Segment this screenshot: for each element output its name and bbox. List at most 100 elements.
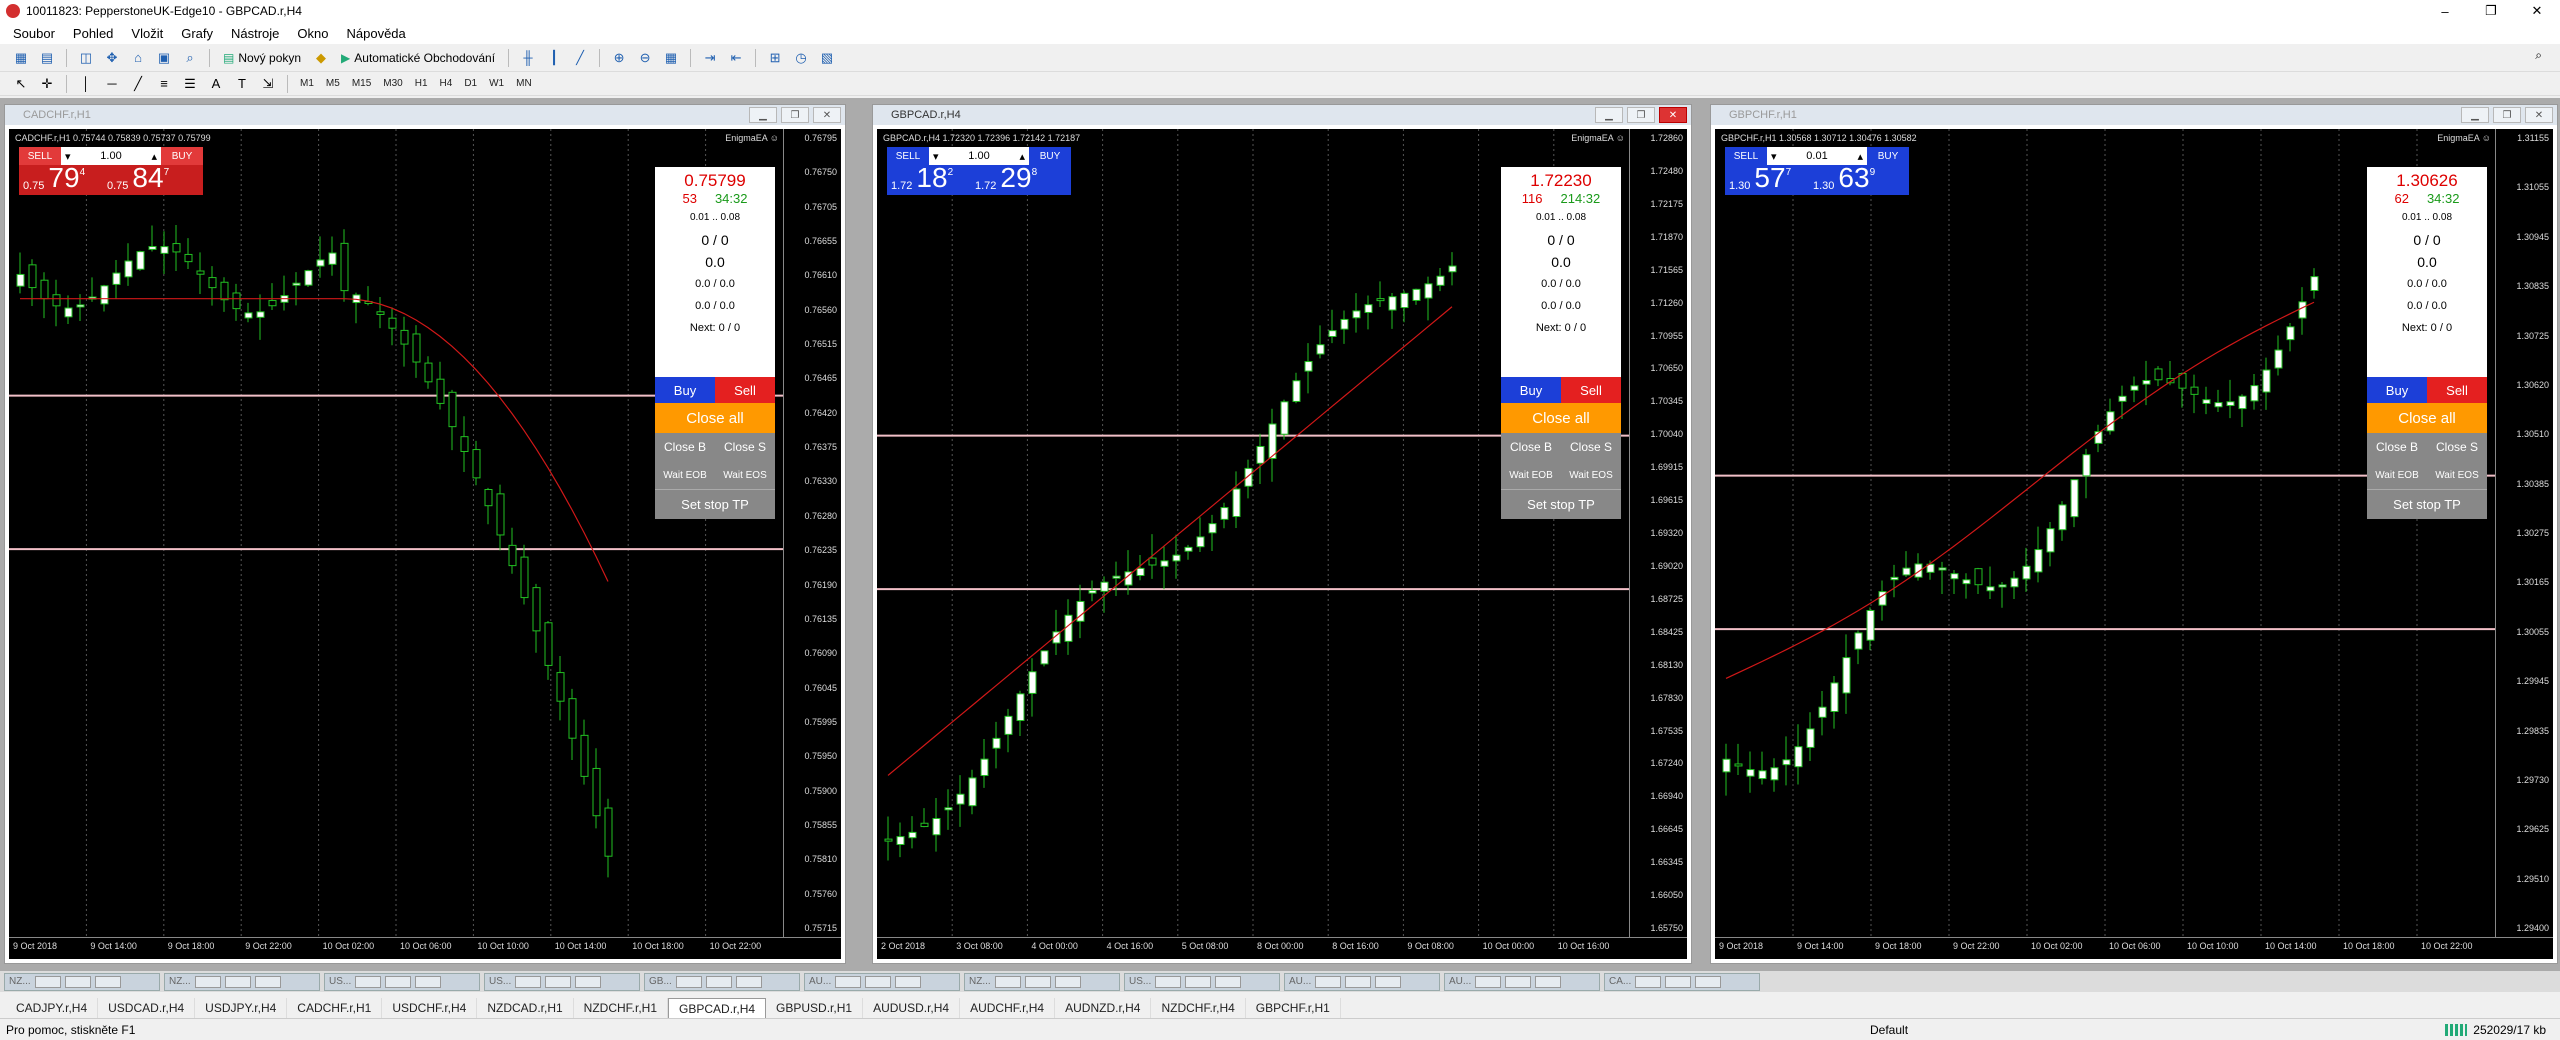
ea-close-sell-button[interactable]: Close S — [715, 433, 775, 461]
chart-close-button[interactable]: ✕ — [813, 107, 841, 123]
minimized-window-tab[interactable]: US... — [484, 972, 640, 991]
buy-price[interactable]: 1.30 63 9 — [1809, 164, 1909, 195]
chart-maximize-button[interactable]: ❐ — [1627, 107, 1655, 123]
ea-close-buy-button[interactable]: Close B — [2367, 433, 2427, 461]
restore-icon[interactable] — [194, 975, 221, 988]
ea-close-all-button[interactable]: Close all — [1501, 403, 1621, 433]
cursor-icon[interactable]: ↖ — [11, 74, 31, 94]
periods-icon[interactable]: ◷ — [791, 48, 811, 68]
chart-tab[interactable]: AUDUSD.r,H4 — [863, 998, 961, 1018]
connection-status[interactable]: 252029/17 kb — [2445, 1023, 2546, 1037]
chart-window[interactable]: GBPCAD.r,H4 ▁ ❐ ✕ GBPCAD.r,H4 1.72320 1.7239… — [872, 104, 1692, 964]
menu-help[interactable]: Nápověda — [338, 26, 415, 41]
tile-windows-icon[interactable]: ▦ — [661, 48, 681, 68]
restore-icon[interactable] — [1475, 975, 1502, 988]
autoscroll-icon[interactable]: ⇥ — [700, 48, 720, 68]
label-icon[interactable]: T — [232, 74, 252, 94]
crosshair-icon[interactable]: ✛ — [37, 74, 57, 94]
indicators-icon[interactable]: ⊞ — [765, 48, 785, 68]
chart-maximize-button[interactable]: ❐ — [2493, 107, 2521, 123]
horizontal-line-icon[interactable]: ─ — [102, 74, 122, 94]
chart-tab[interactable]: NZDCHF.r,H1 — [574, 998, 669, 1018]
time-axis[interactable]: 9 Oct 2018 9 Oct 14:00 9 Oct 18:00 9 Oct 22… — [1715, 937, 2553, 955]
maximize-icon[interactable] — [224, 975, 251, 988]
minimized-window-tab[interactable]: US... — [324, 972, 480, 991]
sell-price[interactable]: 0.75 79 4 — [19, 164, 103, 195]
chart-window-caption[interactable]: GBPCAD.r,H4 ▁ ❐ ✕ — [873, 105, 1691, 125]
lot-increase-icon[interactable]: ▴ — [1857, 150, 1863, 163]
ea-wait-eos-button[interactable]: Wait EOS — [2427, 461, 2487, 489]
candles-icon[interactable]: ┃ — [544, 48, 564, 68]
maximize-icon[interactable] — [705, 975, 732, 988]
vertical-line-icon[interactable]: │ — [76, 74, 96, 94]
zoom-out-icon[interactable]: ⊖ — [635, 48, 655, 68]
chart-tab[interactable]: CADJPY.r,H4 — [6, 998, 99, 1018]
buy-button[interactable]: BUY — [1867, 147, 1909, 165]
menu-file[interactable]: Soubor — [4, 26, 64, 41]
minimized-window-tab[interactable]: NZ... — [164, 972, 320, 991]
maximize-icon[interactable] — [1665, 975, 1692, 988]
maximize-icon[interactable] — [1505, 975, 1532, 988]
ea-wait-eob-button[interactable]: Wait EOB — [2367, 461, 2427, 489]
maximize-icon[interactable] — [1185, 975, 1212, 988]
restore-icon[interactable] — [34, 975, 61, 988]
lot-decrease-icon[interactable]: ▾ — [65, 150, 71, 163]
chart-plot-area[interactable]: GBPCHF.r,H1 1.30568 1.30712 1.30476 1.30… — [1715, 129, 2553, 959]
restore-icon[interactable] — [515, 975, 542, 988]
ea-close-sell-button[interactable]: Close S — [2427, 433, 2487, 461]
time-axis[interactable]: 9 Oct 2018 9 Oct 14:00 9 Oct 18:00 9 Oct 22… — [9, 937, 841, 955]
menu-view[interactable]: Pohled — [64, 26, 122, 41]
maximize-icon[interactable] — [545, 975, 572, 988]
chart-minimize-button[interactable]: ▁ — [749, 107, 777, 123]
buy-price[interactable]: 0.75 84 7 — [103, 164, 203, 195]
chart-tab[interactable]: AUDCHF.r,H4 — [960, 998, 1056, 1018]
ea-buy-button[interactable]: Buy — [655, 377, 715, 403]
restore-icon[interactable] — [355, 975, 382, 988]
close-icon[interactable] — [1535, 975, 1562, 988]
minimized-window-tab[interactable]: AU... — [804, 972, 960, 991]
chart-minimize-button[interactable]: ▁ — [1595, 107, 1623, 123]
minimized-window-tab[interactable]: AU... — [1284, 972, 1440, 991]
time-axis[interactable]: 2 Oct 2018 3 Oct 08:00 4 Oct 00:00 4 Oct 16… — [877, 937, 1687, 955]
auto-trading-button[interactable]: ▶ Automatické Obchodování — [334, 47, 502, 69]
sell-price[interactable]: 1.72 18 2 — [887, 164, 971, 195]
chart-tab[interactable]: NZDCAD.r,H1 — [477, 998, 574, 1018]
timeframe-m1[interactable]: M1 — [294, 78, 320, 89]
ea-set-stop-button[interactable]: Set stop TP — [2367, 489, 2487, 519]
sell-price[interactable]: 1.30 57 7 — [1725, 164, 1809, 195]
buy-price[interactable]: 1.72 29 8 — [971, 164, 1071, 195]
terminal-icon[interactable]: ▣ — [154, 48, 174, 68]
templates-icon[interactable]: ▧ — [817, 48, 837, 68]
close-icon[interactable] — [94, 975, 121, 988]
strategy-tester-icon[interactable]: ⌕ — [180, 48, 200, 68]
ea-buy-button[interactable]: Buy — [2367, 377, 2427, 403]
channel-icon[interactable]: ≡ — [154, 74, 174, 94]
close-icon[interactable] — [415, 975, 442, 988]
arrows-icon[interactable]: ⇲ — [258, 74, 278, 94]
buy-button[interactable]: BUY — [161, 147, 203, 165]
ea-wait-eob-button[interactable]: Wait EOB — [1501, 461, 1561, 489]
trendline-icon[interactable]: ╱ — [128, 74, 148, 94]
data-window-icon[interactable]: ✥ — [102, 48, 122, 68]
buy-button[interactable]: BUY — [1029, 147, 1071, 165]
maximize-button[interactable]: ❐ — [2468, 0, 2514, 22]
chart-tab[interactable]: USDJPY.r,H4 — [195, 998, 288, 1018]
restore-icon[interactable] — [1155, 975, 1182, 988]
fibonacci-icon[interactable]: ☰ — [180, 74, 200, 94]
chart-window[interactable]: CADCHF.r,H1 ▁ ❐ ✕ CADCHF.r,H1 0.75744 0.7583… — [4, 104, 846, 964]
timeframe-mn[interactable]: MN — [510, 78, 538, 89]
restore-icon[interactable] — [675, 975, 702, 988]
chart-tab[interactable]: GBPCAD.r,H4 — [668, 998, 767, 1018]
chart-tab[interactable]: USDCAD.r,H4 — [98, 998, 196, 1018]
price-axis[interactable]: 1.31155 1.31055 1.30945 1.30835 1.30725 1.306… — [2495, 129, 2553, 937]
text-icon[interactable]: A — [206, 74, 226, 94]
minimize-button[interactable]: – — [2422, 0, 2468, 22]
ea-close-all-button[interactable]: Close all — [655, 403, 775, 433]
market-watch-icon[interactable]: ◫ — [76, 48, 96, 68]
maximize-icon[interactable] — [64, 975, 91, 988]
price-axis[interactable]: 0.76795 0.76750 0.76705 0.76655 0.76610 0.765… — [783, 129, 841, 937]
line-chart-icon[interactable]: ╱ — [570, 48, 590, 68]
maximize-icon[interactable] — [385, 975, 412, 988]
ea-wait-eos-button[interactable]: Wait EOS — [1561, 461, 1621, 489]
price-axis[interactable]: 1.72860 1.72480 1.72175 1.71870 1.71565 1.712… — [1629, 129, 1687, 937]
